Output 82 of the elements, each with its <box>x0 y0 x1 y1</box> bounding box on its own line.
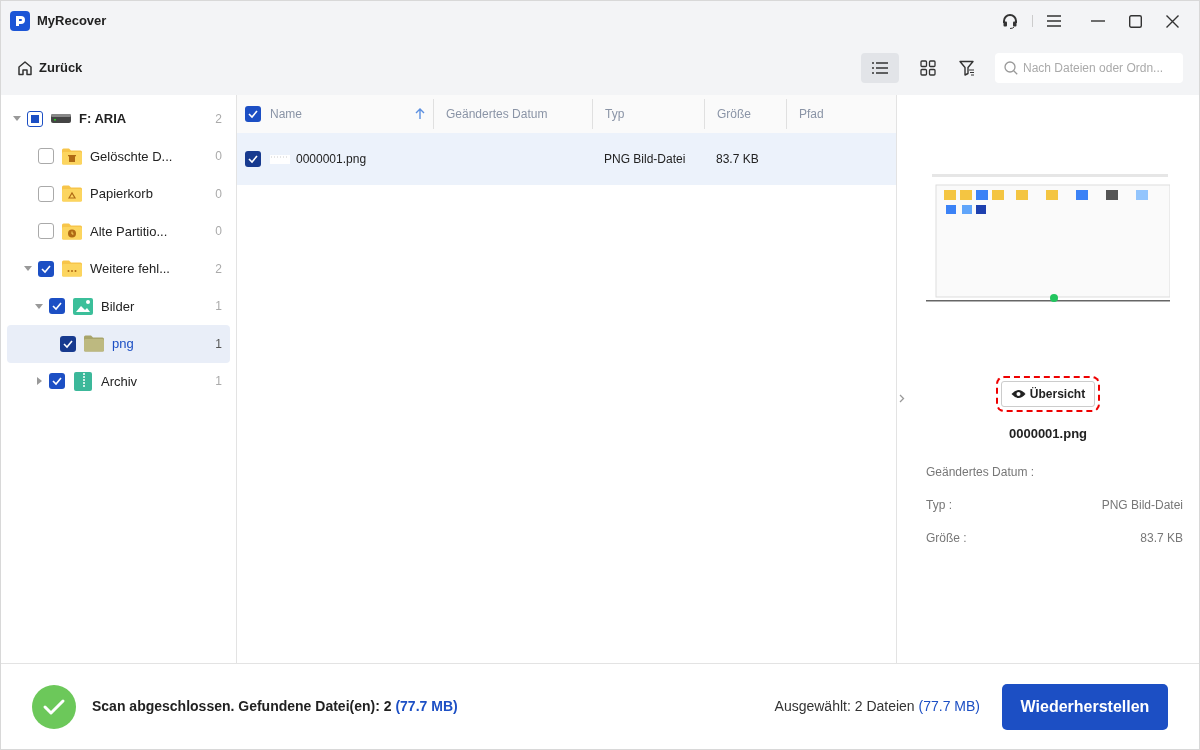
recover-button[interactable]: Wiederherstellen <box>1002 683 1168 730</box>
app-logo-icon <box>10 11 30 31</box>
checkbox[interactable] <box>49 298 65 315</box>
tree-item[interactable]: Papierkorb 0 <box>7 175 230 213</box>
maximize-icon[interactable] <box>1129 14 1142 28</box>
tree-item-label: Bilder <box>101 297 136 316</box>
grid-icon <box>920 60 936 76</box>
tree-item-label: png <box>112 335 135 353</box>
detail-value: 83.7 KB <box>1140 530 1183 547</box>
check-icon <box>247 154 259 164</box>
item-count: 0 <box>215 223 222 241</box>
filter-icon[interactable] <box>959 60 975 76</box>
search-icon <box>1004 61 1018 75</box>
checkbox[interactable] <box>38 148 54 165</box>
file-name: 0000001.png <box>1008 425 1087 443</box>
checkbox[interactable] <box>38 260 54 277</box>
recycle-folder-icon <box>62 184 82 204</box>
item-count: 2 <box>215 110 222 128</box>
collapse-arrow-icon[interactable] <box>35 303 43 309</box>
tree-item[interactable]: Gelöschte D... 0 <box>7 137 230 175</box>
close-icon[interactable] <box>1166 14 1179 28</box>
item-count: 2 <box>215 260 222 278</box>
check-icon <box>62 338 74 349</box>
tree-item-label: Alte Partitio... <box>90 222 169 241</box>
table-row[interactable]: 0000001.png PNG Bild-Datei 83.7 KB <box>237 133 896 185</box>
tree-item[interactable]: Weitere fehl... 2 <box>7 250 230 288</box>
checkbox[interactable] <box>38 185 54 202</box>
checkbox[interactable] <box>60 335 76 352</box>
more-folder-icon <box>62 259 82 279</box>
menu-icon[interactable] <box>1047 15 1061 27</box>
collapse-arrow-icon[interactable] <box>13 116 21 122</box>
tree-item[interactable]: F: ARIA 2 <box>7 100 230 138</box>
file-thumbnail-icon <box>270 154 290 164</box>
eye-icon <box>1010 389 1026 399</box>
collapse-arrow-icon[interactable] <box>24 266 32 272</box>
sort-arrow-icon[interactable] <box>415 108 425 120</box>
expand-arrow-icon[interactable] <box>36 377 42 386</box>
detail-label: Geändertes Datum : <box>926 464 1035 481</box>
scan-status-text: Scan abgeschlossen. Gefundene Datei(en): 2 (77.7 MB) <box>92 697 458 716</box>
tree-item-label: Weitere fehl... <box>90 260 171 278</box>
tree-item-label: Gelöschte D... <box>90 147 174 166</box>
headset-icon[interactable] <box>1002 13 1018 29</box>
file-name-cell-text: 0000001.png <box>296 151 367 168</box>
item-count: 0 <box>215 185 222 203</box>
item-count: 1 <box>215 373 222 391</box>
tree-item-label: F: ARIA <box>79 110 128 128</box>
tree-item-label: Archiv <box>101 372 139 391</box>
detail-label: Typ : <box>926 497 952 514</box>
success-check-icon <box>32 684 76 729</box>
folder-icon <box>84 334 104 354</box>
archive-icon <box>73 371 93 391</box>
check-icon <box>51 376 63 387</box>
checkbox[interactable] <box>38 223 54 240</box>
checkbox[interactable] <box>49 373 65 390</box>
trash-folder-icon <box>62 146 82 166</box>
checkbox[interactable] <box>245 106 261 122</box>
check-icon <box>51 301 63 312</box>
search-field[interactable]: Nach Dateien oder Ordn... <box>995 53 1183 83</box>
tree-item[interactable]: Bilder 1 <box>7 287 230 325</box>
home-icon <box>17 60 33 76</box>
back-button[interactable]: Zurück <box>17 58 83 78</box>
table-cell: PNG Bild-Datei <box>604 152 686 166</box>
checkbox[interactable] <box>245 151 261 167</box>
detail-label: Größe : <box>926 530 967 547</box>
check-icon <box>247 109 259 119</box>
check-icon <box>40 263 52 274</box>
detail-value: PNG Bild-Datei <box>1101 497 1183 514</box>
item-count: 1 <box>215 335 222 353</box>
tree-item-label: Papierkorb <box>90 185 154 203</box>
tree-item[interactable]: png 1 <box>7 325 230 363</box>
clock-folder-icon <box>62 221 82 241</box>
checkbox[interactable] <box>27 110 43 127</box>
tree-item[interactable]: Archiv 1 <box>7 362 230 400</box>
window-title: MyRecover <box>37 12 107 31</box>
image-icon <box>73 296 93 316</box>
item-count: 0 <box>215 148 222 166</box>
table-cell: 83.7 KB <box>716 152 759 166</box>
item-count: 1 <box>215 298 222 316</box>
tree-item[interactable]: Alte Partitio... 0 <box>7 212 230 250</box>
selection-summary: Ausgewählt: 2 Dateien (77.7 MB) <box>774 697 980 716</box>
list-icon <box>872 61 888 75</box>
list-view-button[interactable] <box>861 53 899 83</box>
